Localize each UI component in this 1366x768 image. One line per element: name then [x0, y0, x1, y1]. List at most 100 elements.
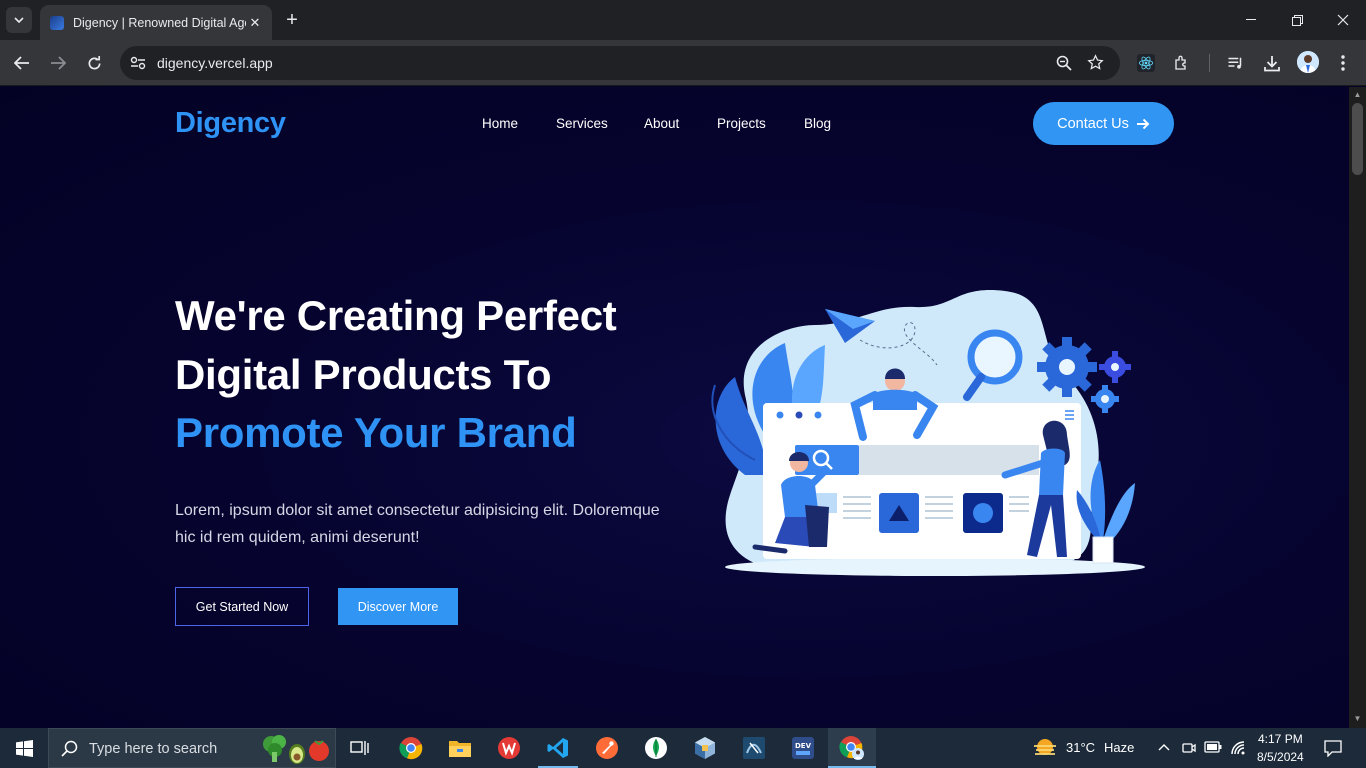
taskbar-chrome[interactable] [397, 734, 425, 762]
puzzle-icon [1175, 55, 1186, 70]
download-icon [1264, 55, 1280, 71]
close-icon [1337, 14, 1349, 26]
tab-search-button[interactable] [6, 7, 32, 33]
back-button[interactable] [10, 51, 34, 75]
taskbar-dev-app[interactable]: DEV [789, 734, 817, 762]
mongodb-icon [645, 737, 667, 759]
bookmark-star-icon[interactable] [1087, 54, 1104, 71]
more-vertical-icon [1341, 55, 1345, 71]
svg-text:DEV: DEV [795, 742, 812, 750]
site-logo[interactable]: Digency [175, 107, 286, 140]
extensions-button[interactable] [1170, 51, 1194, 75]
wps-office-icon [498, 737, 520, 759]
task-view-button[interactable] [346, 734, 374, 762]
downloads-button[interactable] [1260, 51, 1284, 75]
profile-avatar[interactable] [1297, 51, 1319, 73]
windows-taskbar: Type here to search DEV 31°C Haze 4:17 P… [0, 728, 1366, 768]
site-favicon-icon [50, 15, 64, 30]
taskbar-mongodb-compass[interactable] [642, 734, 670, 762]
arrow-right-icon [51, 56, 66, 70]
react-icon [1137, 54, 1155, 72]
taskbar-wps-office[interactable] [495, 734, 523, 762]
file-explorer-icon [449, 741, 471, 757]
browser-menu-button[interactable] [1331, 51, 1355, 75]
windows-logo-icon [15, 739, 33, 757]
chrome-profile-icon [839, 736, 864, 760]
webpage: Digency Home Services About Projects Blo… [0, 87, 1349, 728]
nav-projects[interactable]: Projects [717, 116, 766, 131]
browser-tab-strip: Digency | Renowned Digital Agency ✕ + [0, 0, 1366, 40]
hero-heading-accent: Promote Your Brand [175, 409, 577, 456]
haze-weather-icon[interactable] [1032, 736, 1058, 760]
arrow-left-icon [14, 56, 29, 70]
weather-condition[interactable]: Haze [1104, 740, 1134, 755]
dev-icon: DEV [792, 737, 814, 759]
toolbar-separator [1209, 54, 1210, 72]
scroll-up-icon[interactable]: ▲ [1353, 90, 1362, 99]
user-avatar-icon [1297, 51, 1319, 73]
hero-heading-line-1: We're Creating Perfect [175, 292, 617, 339]
address-bar[interactable]: digency.vercel.app [120, 46, 1120, 80]
url-text: digency.vercel.app [157, 55, 273, 71]
taskbar-mysql-workbench[interactable] [740, 734, 768, 762]
hero-illustration [711, 290, 1145, 576]
minimize-icon [1246, 19, 1256, 20]
taskbar-virtualbox[interactable] [691, 734, 719, 762]
new-tab-button[interactable]: + [281, 9, 303, 31]
arrow-right-icon [1136, 118, 1150, 129]
minimize-button[interactable] [1228, 8, 1274, 32]
hero-description: Lorem, ipsum dolor sit amet consectetur … [175, 502, 660, 546]
vscode-icon [547, 738, 568, 758]
taskbar-vscode[interactable] [544, 734, 572, 762]
get-started-button[interactable]: Get Started Now [175, 587, 309, 626]
search-highlight-icon [263, 735, 329, 764]
restore-button[interactable] [1274, 8, 1320, 32]
react-devtools-extension-icon[interactable] [1134, 51, 1158, 75]
notifications-icon[interactable] [1324, 740, 1342, 757]
weather-temperature[interactable]: 31°C [1066, 740, 1095, 755]
reload-icon [88, 55, 100, 69]
browser-tab[interactable]: Digency | Renowned Digital Agency ✕ [40, 5, 272, 40]
browser-toolbar: digency.vercel.app [0, 40, 1366, 86]
chevron-down-icon [14, 17, 24, 23]
mysql-workbench-icon [743, 737, 765, 759]
nav-blog[interactable]: Blog [804, 116, 831, 131]
zoom-icon[interactable] [1056, 55, 1072, 71]
chrome-icon [399, 737, 423, 760]
forward-button[interactable] [46, 51, 70, 75]
contact-us-button[interactable]: Contact Us [1033, 102, 1174, 145]
scroll-thumb[interactable] [1352, 103, 1363, 175]
media-control-button[interactable] [1224, 51, 1248, 75]
taskbar-chrome-profile[interactable] [838, 734, 866, 762]
chevron-up-icon[interactable] [1158, 743, 1170, 751]
meet-now-icon[interactable] [1182, 740, 1196, 756]
close-window-button[interactable] [1320, 8, 1366, 32]
nav-about[interactable]: About [644, 116, 679, 131]
scroll-down-icon[interactable]: ▼ [1353, 714, 1362, 723]
restore-icon [1291, 14, 1303, 26]
nav-home[interactable]: Home [482, 116, 518, 131]
battery-icon[interactable] [1204, 741, 1222, 753]
postman-icon [596, 737, 618, 759]
contact-us-label: Contact Us [1057, 115, 1129, 132]
task-view-icon [350, 741, 369, 755]
clock-date[interactable]: 8/5/2024 [1257, 750, 1304, 764]
taskbar-file-explorer[interactable] [446, 734, 474, 762]
taskbar-postman[interactable] [593, 734, 621, 762]
reload-button[interactable] [82, 51, 106, 75]
discover-more-button[interactable]: Discover More [338, 588, 458, 625]
search-placeholder: Type here to search [89, 741, 218, 757]
close-tab-icon[interactable]: ✕ [246, 15, 264, 31]
taskbar-search[interactable]: Type here to search [48, 728, 336, 768]
virtualbox-icon [695, 737, 715, 759]
tab-title: Digency | Renowned Digital Agency [73, 15, 246, 30]
site-info-icon[interactable] [130, 56, 146, 70]
clock-time[interactable]: 4:17 PM [1258, 732, 1303, 746]
nav-services[interactable]: Services [556, 116, 608, 131]
page-scrollbar[interactable]: ▲ ▼ [1349, 87, 1366, 728]
wifi-icon[interactable] [1230, 740, 1246, 756]
playlist-icon [1228, 57, 1242, 69]
search-icon [61, 740, 78, 757]
start-button[interactable] [0, 728, 48, 768]
hero-heading-line-2: Digital Products To [175, 351, 552, 398]
